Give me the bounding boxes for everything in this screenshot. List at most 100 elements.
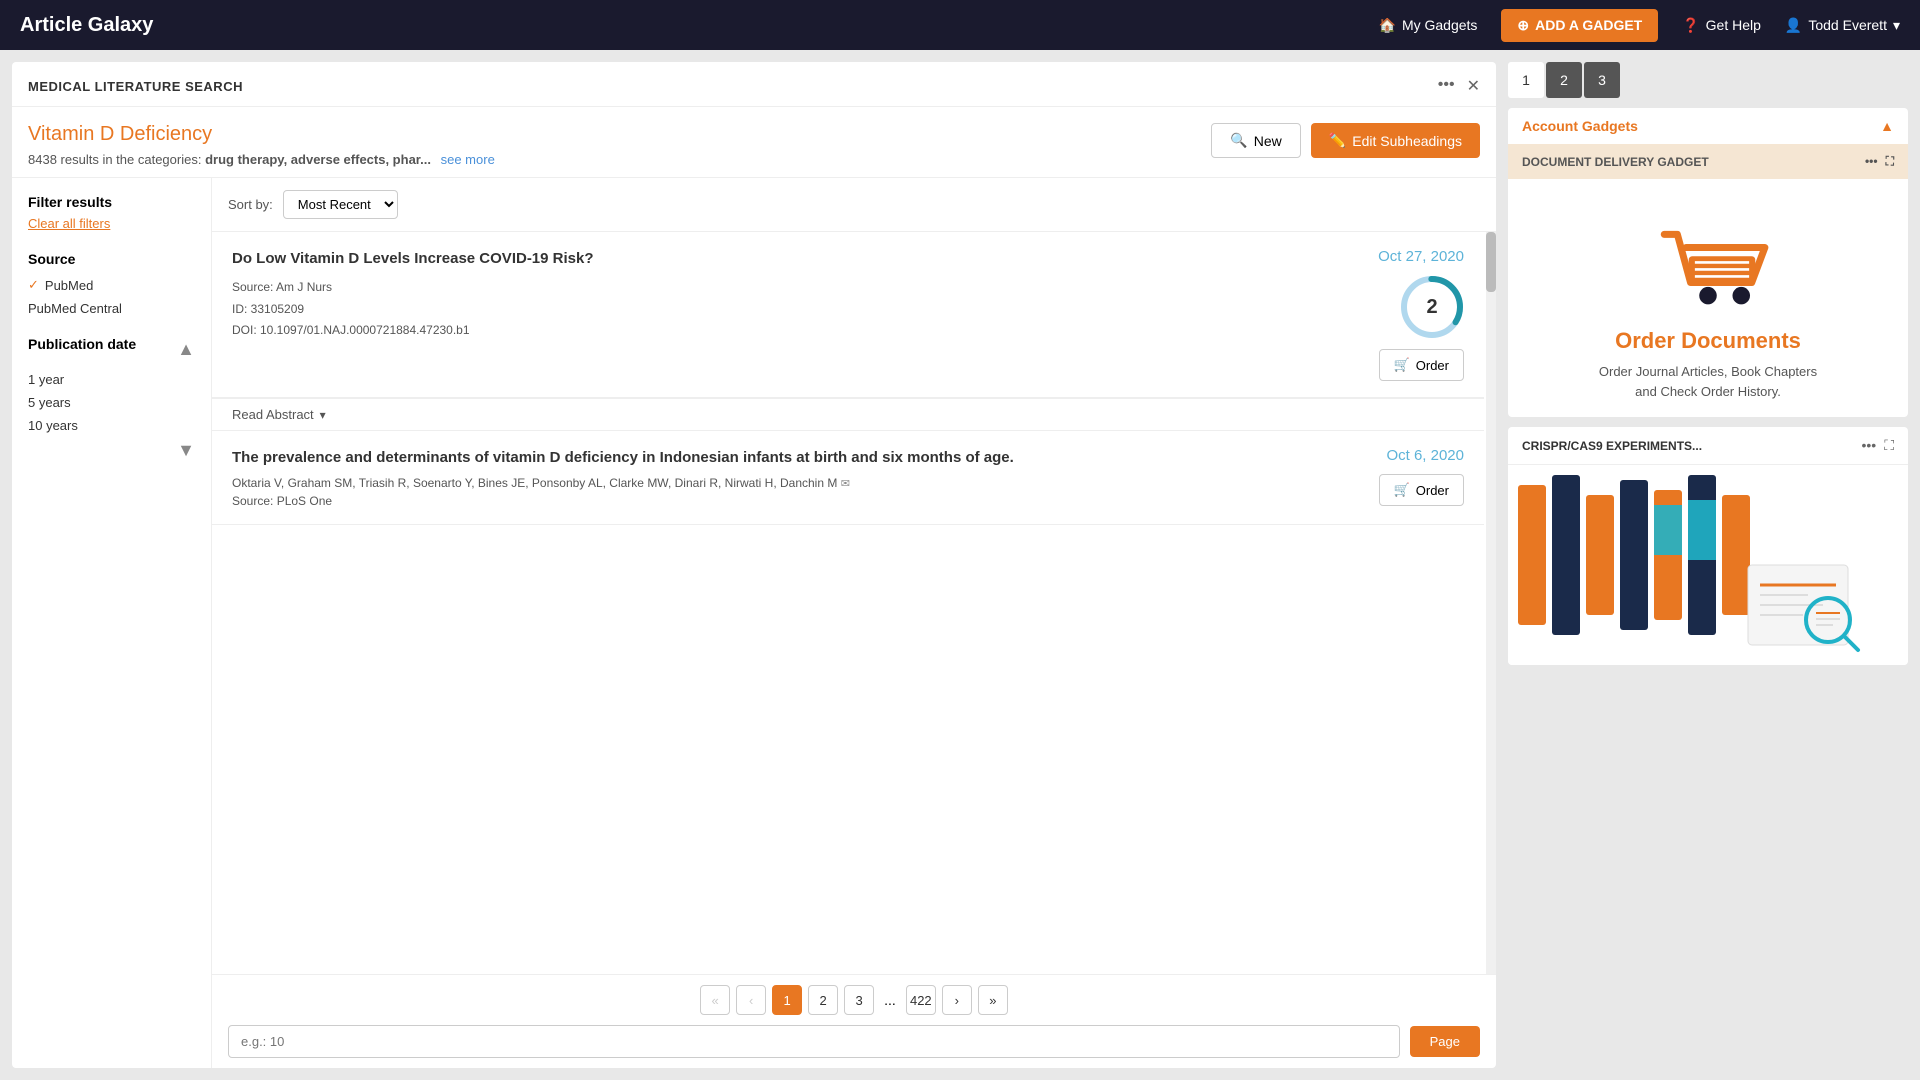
pub-date-header: Publication date ▲ <box>28 336 195 362</box>
right-tab-3[interactable]: 3 <box>1584 62 1620 98</box>
source-filter-title: Source <box>28 251 195 267</box>
article-item: Do Low Vitamin D Levels Increase COVID-1… <box>212 232 1484 398</box>
page-ellipsis: ... <box>880 992 900 1008</box>
page-2-button[interactable]: 2 <box>808 985 838 1015</box>
page-3-button[interactable]: 3 <box>844 985 874 1015</box>
crispr-title: CRISPR/CAS9 EXPERIMENTS... <box>1522 439 1702 453</box>
search-icon: 🔍 <box>1230 132 1247 149</box>
article-source-2: Source: PLoS One <box>232 494 1328 508</box>
order-button-2[interactable]: 🛒 Order <box>1379 474 1464 506</box>
article-doi: DOI: 10.1097/01.NAJ.0000721884.47230.b1 <box>232 320 1328 342</box>
sort-select[interactable]: Most Recent Most Cited Oldest <box>283 190 398 219</box>
see-more-link[interactable]: see more <box>441 152 495 167</box>
edit-subheadings-button[interactable]: ✏️ Edit Subheadings <box>1311 123 1480 158</box>
article-date: Oct 27, 2020 <box>1378 248 1464 265</box>
doc-delivery-more-icon[interactable]: ••• <box>1865 154 1878 169</box>
article-actions: Oct 27, 2020 2 🛒 <box>1344 248 1464 381</box>
pub-date-1year[interactable]: 1 year <box>28 372 195 387</box>
collapse-icon[interactable]: ▲ <box>1880 118 1894 134</box>
page-422-button[interactable]: 422 <box>906 985 936 1015</box>
citation-badge: 2 <box>1400 275 1464 339</box>
next-page-button[interactable]: › <box>942 985 972 1015</box>
chevron-down-icon: ▾ <box>320 408 326 422</box>
panel-title: MEDICAL LITERATURE SEARCH <box>28 79 243 94</box>
crispr-expand-icon[interactable]: ⛶ <box>1884 437 1894 454</box>
order-docs-title: Order Documents <box>1615 328 1801 354</box>
article-title-2: The prevalence and determinants of vitam… <box>232 447 1328 468</box>
right-tab-1[interactable]: 1 <box>1508 62 1544 98</box>
my-gadgets-link[interactable]: 🏠 My Gadgets <box>1379 17 1478 34</box>
results-scroll-area: Do Low Vitamin D Levels Increase COVID-1… <box>212 232 1496 974</box>
scroll-thumb[interactable] <box>1486 232 1496 292</box>
right-panel: 1 2 3 Account Gadgets ▲ DOCUMENT DELIVER… <box>1508 62 1908 1068</box>
read-abstract-button[interactable]: Read Abstract ▾ <box>212 398 1484 431</box>
search-buttons: 🔍 New ✏️ Edit Subheadings <box>1211 123 1480 158</box>
cart-icon-2: 🛒 <box>1394 482 1410 498</box>
right-panel-tabs: 1 2 3 <box>1508 62 1908 98</box>
crispr-icons: ••• ⛶ <box>1861 437 1894 454</box>
article-meta: Source: Am J Nurs ID: 33105209 DOI: 10.1… <box>232 277 1328 342</box>
article-content: Do Low Vitamin D Levels Increase COVID-1… <box>232 248 1328 342</box>
account-gadgets-title: Account Gadgets <box>1522 118 1638 134</box>
last-page-button[interactable]: » <box>978 985 1008 1015</box>
article-actions-2: Oct 6, 2020 🛒 Order <box>1344 447 1464 506</box>
search-meta-text: 8438 results in the categories: drug the… <box>28 152 1183 167</box>
crispr-card: CRISPR/CAS9 EXPERIMENTS... ••• ⛶ <box>1508 427 1908 665</box>
pub-date-scroll-controls: ▲ <box>177 340 195 358</box>
results-area: Sort by: Most Recent Most Cited Oldest D… <box>212 178 1496 1068</box>
article-date-2: Oct 6, 2020 <box>1386 447 1464 464</box>
cart-illustration <box>1638 215 1778 318</box>
close-icon[interactable]: ✕ <box>1467 76 1480 96</box>
order-button-1[interactable]: 🛒 Order <box>1379 349 1464 381</box>
cart-icon: 🛒 <box>1394 357 1410 373</box>
go-to-page-button[interactable]: Page <box>1410 1026 1480 1057</box>
scroll-up-icon[interactable]: ▲ <box>177 340 195 358</box>
pub-date-title: Publication date <box>28 336 136 352</box>
main-layout: MEDICAL LITERATURE SEARCH ••• ✕ Vitamin … <box>0 50 1920 1080</box>
first-page-button[interactable]: « <box>700 985 730 1015</box>
page-input-area: Page <box>228 1025 1480 1058</box>
page-number-input[interactable] <box>228 1025 1400 1058</box>
article-id: ID: 33105209 <box>232 299 1328 321</box>
nav-items: 🏠 My Gadgets ⊕ ADD A GADGET ❓ Get Help 👤… <box>1379 9 1901 42</box>
article-authors: Oktaria V, Graham SM, Triasih R, Soenart… <box>232 476 1328 490</box>
doc-delivery-expand-icon[interactable]: ⛶ <box>1886 154 1894 169</box>
panel-header: MEDICAL LITERATURE SEARCH ••• ✕ <box>12 62 1496 107</box>
prev-page-button[interactable]: ‹ <box>736 985 766 1015</box>
clear-all-filters-link[interactable]: Clear all filters <box>28 216 195 231</box>
pagination: « ‹ 1 2 3 ... 422 › » <box>228 985 1480 1015</box>
account-gadgets-card: Account Gadgets ▲ DOCUMENT DELIVERY GADG… <box>1508 108 1908 417</box>
crispr-more-icon[interactable]: ••• <box>1861 437 1876 454</box>
page-1-button[interactable]: 1 <box>772 985 802 1015</box>
search-meta: 8438 results in the categories: drug the… <box>28 152 1183 167</box>
user-menu[interactable]: 👤 Todd Everett ▾ <box>1785 17 1900 34</box>
user-icon: 👤 <box>1785 17 1802 34</box>
more-options-icon[interactable]: ••• <box>1438 76 1455 96</box>
scroll-down-icon[interactable]: ▼ <box>177 440 195 460</box>
add-gadget-button[interactable]: ⊕ ADD A GADGET <box>1501 9 1658 42</box>
scroll-track[interactable] <box>1486 232 1496 974</box>
pubmed-central-filter-item[interactable]: PubMed Central <box>28 301 195 316</box>
crispr-header: CRISPR/CAS9 EXPERIMENTS... ••• ⛶ <box>1508 427 1908 465</box>
get-help-link[interactable]: ❓ Get Help <box>1682 17 1761 34</box>
chevron-down-icon: ▾ <box>1893 17 1900 34</box>
svg-text:2: 2 <box>1426 296 1437 318</box>
article-item-2: The prevalence and determinants of vitam… <box>212 431 1484 525</box>
doc-delivery-header: DOCUMENT DELIVERY GADGET ••• ⛶ <box>1508 144 1908 179</box>
order-docs-desc: Order Journal Articles, Book Chaptersand… <box>1599 362 1817 401</box>
results-list: Do Low Vitamin D Levels Increase COVID-1… <box>212 232 1496 525</box>
pub-date-5years[interactable]: 5 years <box>28 395 195 410</box>
crispr-body <box>1508 465 1908 665</box>
top-navigation: Article Galaxy 🏠 My Gadgets ⊕ ADD A GADG… <box>0 0 1920 50</box>
edit-icon: ✏️ <box>1329 132 1346 149</box>
search-title: Vitamin D Deficiency <box>28 123 1183 146</box>
new-search-button[interactable]: 🔍 New <box>1211 123 1300 158</box>
pubmed-filter-item[interactable]: ✓ PubMed <box>28 277 195 293</box>
pub-date-filter-section: Publication date ▲ 1 year 5 years 10 yea… <box>28 336 195 459</box>
pub-date-10years[interactable]: 10 years <box>28 418 195 433</box>
article-source: Source: Am J Nurs <box>232 277 1328 299</box>
right-tab-2[interactable]: 2 <box>1546 62 1582 98</box>
left-panel: MEDICAL LITERATURE SEARCH ••• ✕ Vitamin … <box>12 62 1496 1068</box>
article-content-2: The prevalence and determinants of vitam… <box>232 447 1328 508</box>
pagination-area: « ‹ 1 2 3 ... 422 › » Page <box>212 974 1496 1068</box>
